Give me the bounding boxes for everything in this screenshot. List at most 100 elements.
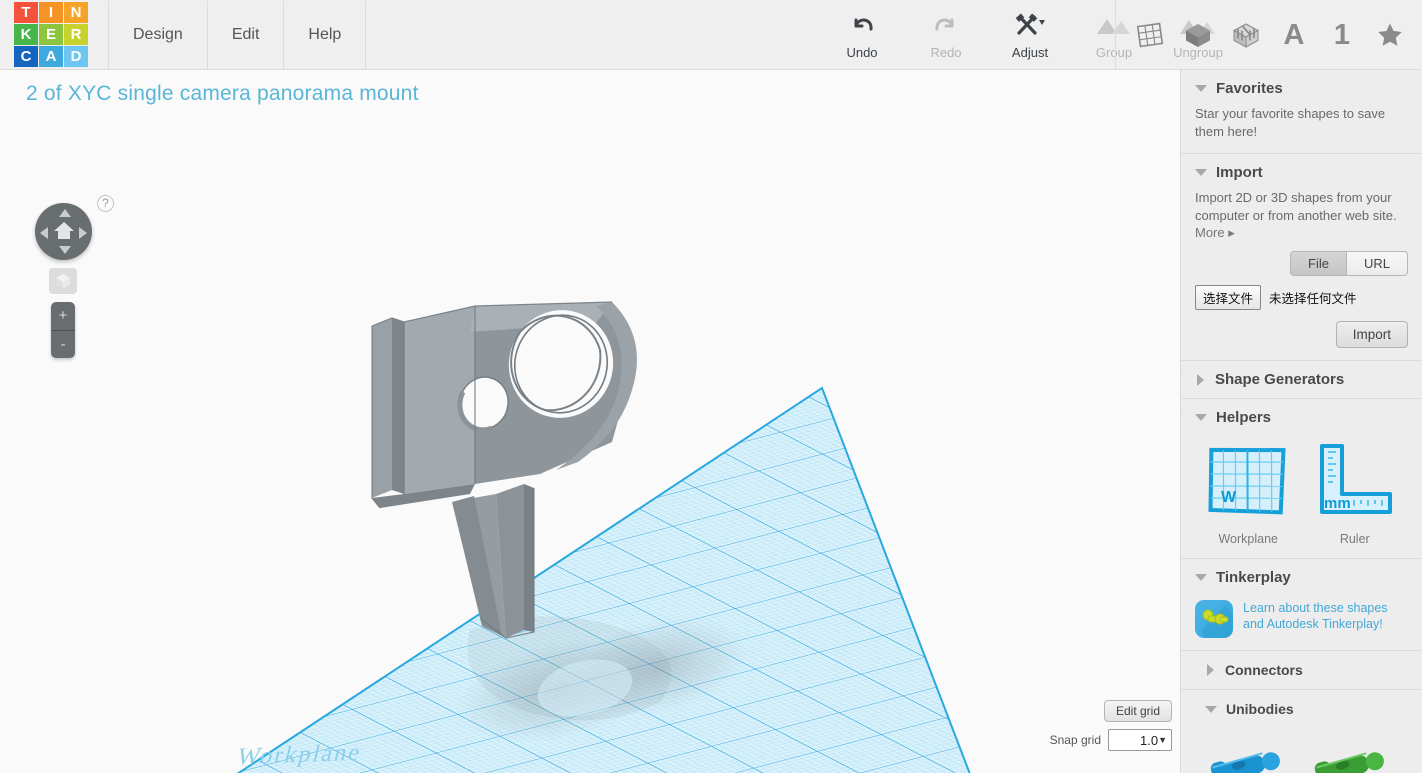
import-header[interactable]: Import xyxy=(1195,164,1408,181)
chevron-down-icon xyxy=(1195,169,1207,176)
chevron-down-icon xyxy=(1205,705,1217,713)
logo-tile-d: D xyxy=(64,45,88,67)
menu-help[interactable]: Help xyxy=(284,0,367,69)
connectors-header[interactable]: Connectors xyxy=(1195,651,1408,689)
helper-workplane[interactable]: W Workplane xyxy=(1195,438,1302,546)
logo-tile-a: A xyxy=(39,45,63,67)
logo-tile-k: K xyxy=(14,23,38,45)
ruler-helper-icon: mm xyxy=(1319,444,1392,514)
section-tinkerplay: Tinkerplay xyxy=(1181,559,1422,586)
shape-generators-title: Shape Generators xyxy=(1215,371,1345,388)
subsection-connectors: Connectors xyxy=(1181,651,1422,689)
logo-tile-c: C xyxy=(14,45,38,67)
tinkerplay-promo-link[interactable]: Learn about these shapes and Autodesk Ti… xyxy=(1243,600,1408,632)
favorites-title: Favorites xyxy=(1216,80,1283,97)
logo-tile-t: T xyxy=(14,1,38,23)
tinkerplay-header[interactable]: Tinkerplay xyxy=(1195,569,1408,586)
number-icon[interactable]: 1 xyxy=(1324,13,1360,57)
striped-cube-icon[interactable] xyxy=(1228,13,1264,57)
nav-up-icon[interactable] xyxy=(58,209,71,217)
workplane-grid-icon[interactable] xyxy=(1132,13,1168,57)
choose-file-button[interactable]: 选择文件 xyxy=(1195,285,1262,310)
nav-right-icon[interactable] xyxy=(79,226,87,239)
adjust-button[interactable]: Adjust xyxy=(988,0,1072,70)
chevron-down-icon xyxy=(1195,574,1207,581)
edit-grid-button[interactable]: Edit grid xyxy=(1103,700,1172,722)
design-canvas[interactable]: 2 of XYC single camera panorama mount Wo… xyxy=(0,70,1180,773)
no-file-chosen-label: 未选择任何文件 xyxy=(1269,292,1357,306)
unibody-shape-green[interactable] xyxy=(1299,734,1403,773)
section-shape-generators: Shape Generators xyxy=(1181,361,1422,399)
undo-label: Undo xyxy=(846,44,878,60)
import-body: Import 2D or 3D shapes from your compute… xyxy=(1195,190,1397,223)
snap-grid-value: 1.0 xyxy=(1140,732,1159,748)
zoom-in-button[interactable]: + xyxy=(51,302,75,330)
svg-text:mm: mm xyxy=(1324,495,1351,512)
import-submit-button[interactable]: Import xyxy=(1335,321,1408,348)
section-helpers: Helpers W Workplane mm Ruler xyxy=(1181,399,1422,559)
nav-down-icon[interactable] xyxy=(58,246,71,254)
section-import: Import Import 2D or 3D shapes from your … xyxy=(1181,154,1422,361)
zoom-controls[interactable]: + - xyxy=(51,302,75,358)
redo-label: Redo xyxy=(930,44,962,60)
helpers-header[interactable]: Helpers xyxy=(1195,409,1408,426)
adjust-label: Adjust xyxy=(1011,44,1049,60)
chevron-down-icon xyxy=(1195,85,1207,92)
nav-left-icon[interactable] xyxy=(40,226,48,239)
helpers-list: W Workplane mm Ruler xyxy=(1195,438,1408,546)
fit-view-cube-button[interactable] xyxy=(49,268,77,294)
favorites-header[interactable]: Favorites xyxy=(1195,80,1408,97)
undo-icon xyxy=(848,11,876,41)
3d-viewport[interactable] xyxy=(0,70,1180,773)
helper-workplane-label: Workplane xyxy=(1218,532,1279,546)
redo-icon xyxy=(932,11,960,41)
chevron-right-icon xyxy=(1197,373,1204,386)
unibodies-header[interactable]: Unibodies xyxy=(1195,690,1408,728)
cube-icon xyxy=(56,274,70,289)
tab-file[interactable]: File xyxy=(1290,251,1347,276)
logo-tile-n: N xyxy=(64,1,88,23)
workplane-label: Workplane xyxy=(234,739,365,771)
menu-edit[interactable]: Edit xyxy=(208,0,285,69)
redo-button[interactable]: Redo xyxy=(904,0,988,70)
subsection-unibodies: Unibodies xyxy=(1181,689,1422,773)
workplane-helper-icon: W xyxy=(1208,447,1286,515)
shape-toolbar: A 1 xyxy=(1115,0,1414,70)
tinkerplay-app-icon xyxy=(1195,600,1233,638)
solid-cube-icon[interactable] xyxy=(1180,13,1216,57)
tinkerplay-promo: Learn about these shapes and Autodesk Ti… xyxy=(1181,586,1422,651)
chevron-right-icon xyxy=(1207,664,1214,676)
help-button[interactable]: ? xyxy=(97,195,114,212)
undo-button[interactable]: Undo xyxy=(820,0,904,70)
file-picker-row: 选择文件 未选择任何文件 xyxy=(1195,285,1408,310)
unibodies-list xyxy=(1195,728,1408,773)
favorites-body: Star your favorite shapes to save them h… xyxy=(1195,106,1386,139)
unibodies-title: Unibodies xyxy=(1226,701,1294,717)
logo-tile-r: R xyxy=(64,23,88,45)
shape-generators-header[interactable]: Shape Generators xyxy=(1195,371,1408,388)
import-more-link[interactable]: More ▸ xyxy=(1195,225,1408,241)
snap-grid-row: Snap grid 1.0 ▼ xyxy=(1050,729,1172,751)
snap-grid-label: Snap grid xyxy=(1049,733,1101,747)
menu-design[interactable]: Design xyxy=(108,0,208,69)
sidebar-collapse-handle[interactable]: ❯ xyxy=(1181,373,1182,415)
home-view-icon[interactable] xyxy=(53,220,75,242)
snap-grid-select[interactable]: 1.0 ▼ xyxy=(1108,729,1172,751)
tab-url[interactable]: URL xyxy=(1346,251,1408,276)
unibody-shape-blue[interactable] xyxy=(1195,734,1299,773)
favorites-star-icon[interactable] xyxy=(1372,13,1408,57)
tinkercad-logo[interactable]: TIN KER CAD xyxy=(14,1,88,70)
section-favorites: Favorites Star your favorite shapes to s… xyxy=(1181,70,1422,154)
helpers-title: Helpers xyxy=(1216,409,1272,426)
tinkercad-app: TINKERCAD Design Edit Help Undo Redo Adj… xyxy=(0,0,1422,773)
helper-ruler[interactable]: mm Ruler xyxy=(1302,438,1409,546)
adjust-icon xyxy=(1013,11,1047,41)
grid-controls: Edit grid Snap grid 1.0 ▼ xyxy=(1050,700,1172,751)
text-letter-icon[interactable]: A xyxy=(1276,13,1312,57)
view-navigator[interactable] xyxy=(35,203,92,260)
tinkerplay-title: Tinkerplay xyxy=(1216,569,1291,586)
import-source-tabs: File URL xyxy=(1195,251,1408,276)
import-title: Import xyxy=(1216,164,1263,181)
zoom-out-button[interactable]: - xyxy=(51,331,75,359)
logo-tile-i: I xyxy=(39,1,63,23)
